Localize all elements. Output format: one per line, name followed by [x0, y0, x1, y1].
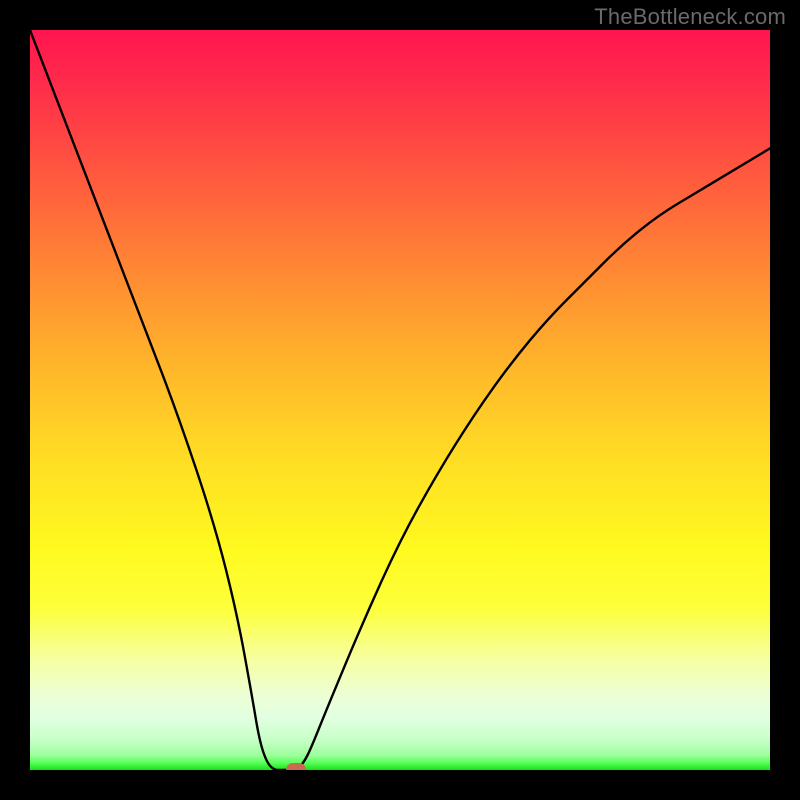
curve-path [30, 30, 770, 770]
watermark-text: TheBottleneck.com [594, 4, 786, 30]
plot-area [30, 30, 770, 770]
bottleneck-curve [30, 30, 770, 770]
optimal-point-marker [286, 763, 306, 770]
chart-frame: TheBottleneck.com [0, 0, 800, 800]
